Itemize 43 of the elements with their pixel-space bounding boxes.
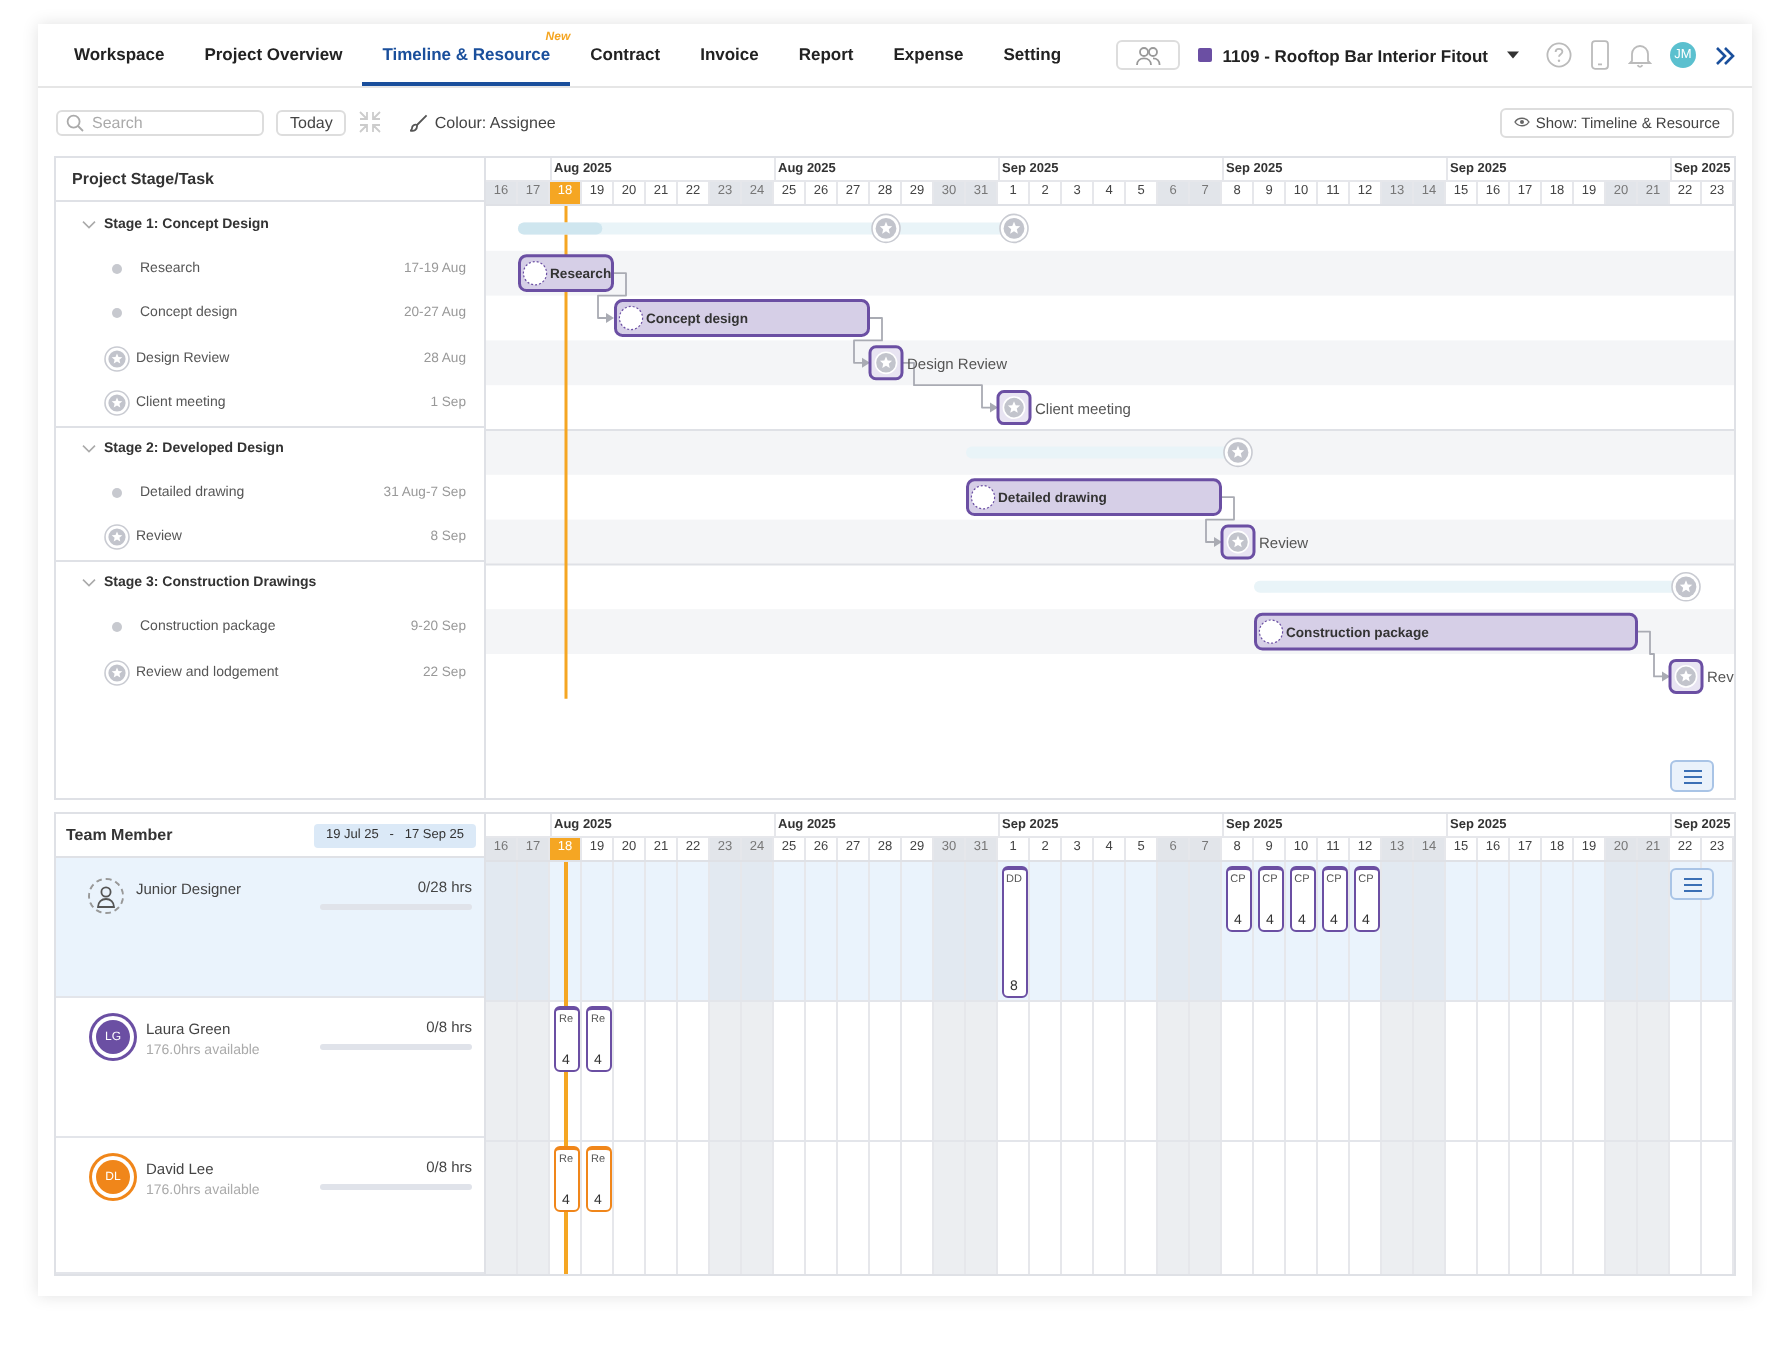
nav-tab[interactable]: Expense (873, 24, 984, 86)
column-header: Team Member (66, 826, 173, 844)
square-icon (1198, 48, 1213, 62)
double-chevron-icon[interactable] (1714, 45, 1736, 65)
milestone-marker[interactable] (868, 345, 904, 381)
connector-arrow (1205, 496, 1235, 547)
search-field[interactable]: Search (56, 109, 264, 135)
nav-tab[interactable]: Workspace (54, 24, 185, 86)
team-button[interactable] (1116, 40, 1181, 70)
eye-icon (1513, 116, 1530, 128)
menu-icon (1683, 769, 1701, 783)
star-icon (871, 213, 901, 244)
person-icon (96, 885, 116, 907)
chevron-icon[interactable] (82, 219, 96, 230)
connector-arrow (853, 317, 883, 368)
caret-icon (1506, 50, 1520, 60)
menu-button[interactable] (1670, 760, 1714, 792)
chevron-icon[interactable] (82, 444, 96, 455)
collapse-icon[interactable] (358, 110, 383, 134)
star-icon (1671, 572, 1701, 602)
phone-icon[interactable] (1590, 40, 1610, 70)
star-icon (1223, 437, 1253, 468)
nav-tab[interactable]: Invoice (680, 24, 779, 86)
people-icon (1134, 45, 1163, 65)
star-icon (999, 213, 1029, 244)
milestone-marker[interactable] (996, 390, 1032, 426)
nav-tab[interactable]: Contract (570, 24, 681, 86)
column-header: Project Stage/Task (72, 170, 214, 188)
nav-tab[interactable]: Setting (983, 24, 1082, 86)
chevron-icon[interactable] (82, 578, 96, 589)
milestone-marker[interactable] (1220, 524, 1256, 560)
colour-button[interactable]: Colour: Assignee (394, 113, 556, 131)
nav-tab[interactable]: Report (778, 24, 874, 86)
help-icon[interactable] (1546, 42, 1572, 68)
project-selector[interactable]: 1109 - Rooftop Bar Interior Fitout (1198, 45, 1528, 65)
menu-icon (1683, 877, 1701, 891)
milestone-marker[interactable] (1668, 658, 1704, 694)
brush-icon (410, 113, 429, 131)
connector-arrow (1637, 630, 1670, 682)
today-button[interactable]: Today (276, 109, 347, 135)
bell-icon[interactable] (1628, 42, 1652, 68)
menu-button[interactable] (1670, 868, 1714, 900)
nav-tab[interactable]: Project Overview (184, 24, 363, 86)
